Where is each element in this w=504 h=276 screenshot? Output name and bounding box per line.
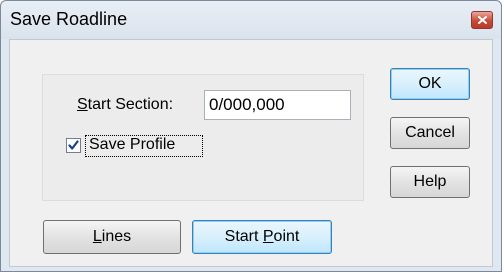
checkmark-icon [68,140,79,150]
title-bar[interactable]: Save Roadline [1,1,501,39]
save-profile-checkbox[interactable] [66,138,81,153]
save-roadline-dialog: Save Roadline Start Section: 0/000,000 S… [0,0,502,272]
ok-button[interactable]: OK [390,68,470,100]
options-group: Start Section: 0/000,000 Save Profile [42,74,364,201]
cancel-button[interactable]: Cancel [390,117,470,149]
close-button[interactable] [471,11,493,29]
start-section-input[interactable]: 0/000,000 [204,90,351,120]
start-section-label: Start Section: [77,96,174,113]
close-icon [478,16,487,24]
window-title: Save Roadline [10,9,128,29]
help-button[interactable]: Help [390,166,470,198]
save-profile-label[interactable]: Save Profile [89,136,175,154]
start-point-button[interactable]: Start Point [192,220,332,254]
dialog-client-area: Start Section: 0/000,000 Save Profile OK… [9,39,493,267]
lines-button[interactable]: Lines [43,220,181,254]
